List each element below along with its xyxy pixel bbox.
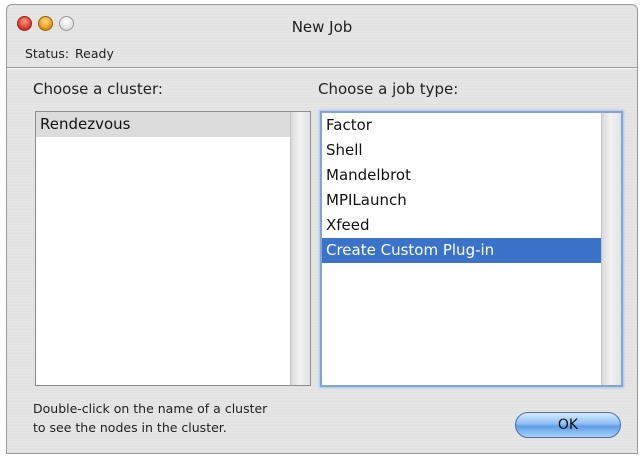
hint-text: Double-click on the name of a cluster to… [33, 399, 267, 437]
ok-button[interactable]: OK [515, 412, 621, 438]
cluster-list-scrollbar[interactable] [290, 112, 310, 385]
hint-line-2: to see the nodes in the cluster. [33, 420, 227, 435]
job-type-item-create-custom-plugin[interactable]: Create Custom Plug-in [322, 238, 601, 263]
window-title: New Job [291, 18, 353, 36]
status-line: Status: Ready [25, 46, 114, 61]
cluster-list[interactable]: Rendezvous [35, 111, 311, 386]
job-type-item-xfeed[interactable]: Xfeed [322, 213, 601, 238]
job-type-item-mpilaunch[interactable]: MPILaunch [322, 188, 601, 213]
new-job-window: New Job Status: Ready Choose a cluster: … [6, 4, 638, 454]
cluster-item-rendezvous[interactable]: Rendezvous [36, 112, 290, 137]
job-type-item-shell[interactable]: Shell [322, 138, 601, 163]
job-type-label: Choose a job type: [318, 80, 459, 98]
job-type-item-mandelbrot[interactable]: Mandelbrot [322, 163, 601, 188]
job-type-list-scrollbar[interactable] [601, 113, 621, 385]
status-label: Status: [25, 46, 70, 61]
hint-line-1: Double-click on the name of a cluster [33, 401, 268, 416]
cluster-label: Choose a cluster: [33, 80, 163, 98]
title-separator [7, 67, 637, 69]
status-value: Ready [75, 46, 114, 61]
job-type-list[interactable]: Factor Shell Mandelbrot MPILaunch Xfeed … [320, 111, 623, 387]
job-type-item-factor[interactable]: Factor [322, 113, 601, 138]
title-bar[interactable]: New Job Status: Ready [7, 5, 637, 67]
